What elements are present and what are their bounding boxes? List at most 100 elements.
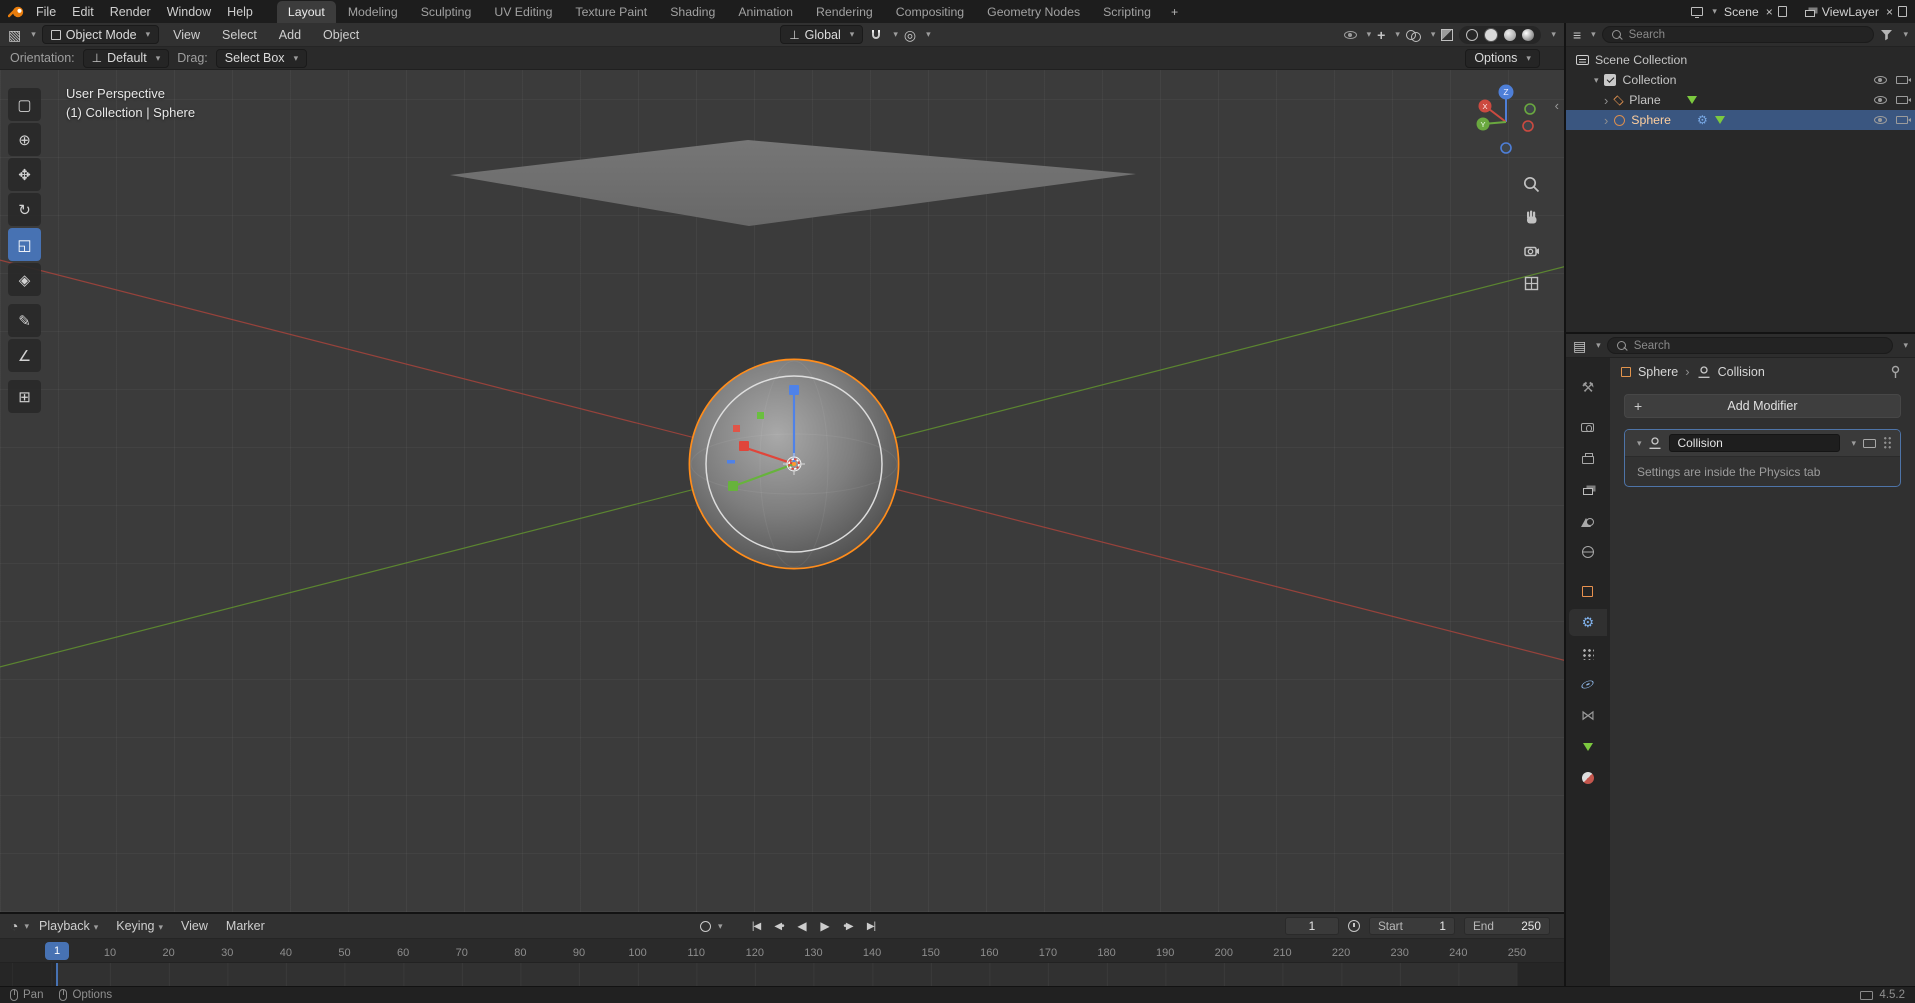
tab-tool[interactable]: ⚒ bbox=[1569, 374, 1607, 401]
filter-icon[interactable] bbox=[1880, 29, 1893, 41]
properties-options-caret[interactable] bbox=[1899, 341, 1908, 350]
outliner-editor-caret[interactable] bbox=[1587, 30, 1596, 39]
overlays-caret[interactable] bbox=[1427, 30, 1436, 39]
viewlayer-unlink-icon[interactable]: × bbox=[1886, 6, 1893, 18]
tab-scene[interactable] bbox=[1569, 507, 1607, 534]
tab-uv-editing[interactable]: UV Editing bbox=[483, 1, 563, 23]
orientation-default-dropdown[interactable]: ⊥ Default bbox=[82, 48, 170, 68]
outliner-row-scene-collection[interactable]: Scene Collection bbox=[1566, 50, 1915, 70]
blender-logo-icon[interactable] bbox=[6, 4, 26, 20]
region-collapse-arrow[interactable]: ‹ bbox=[1555, 98, 1559, 113]
menu-help[interactable]: Help bbox=[219, 3, 261, 21]
timeline-track-area[interactable] bbox=[0, 963, 1564, 986]
outliner-search-input[interactable]: Search bbox=[1601, 26, 1875, 43]
menu-window[interactable]: Window bbox=[159, 3, 219, 21]
modifier-drag-handle[interactable] bbox=[1883, 436, 1892, 450]
auto-key-record-icon[interactable] bbox=[700, 920, 711, 932]
scene-browse-caret[interactable] bbox=[1708, 7, 1717, 16]
shading-material-icon[interactable] bbox=[1504, 28, 1517, 41]
tab-particles[interactable] bbox=[1569, 640, 1607, 667]
prev-keyframe-button[interactable]: ◀• bbox=[769, 917, 789, 935]
tab-texture-paint[interactable]: Texture Paint bbox=[564, 1, 658, 23]
tab-layout[interactable]: Layout bbox=[276, 1, 336, 23]
sphere-render-camera-icon[interactable] bbox=[1896, 116, 1911, 124]
measure-tool[interactable]: ∠ bbox=[8, 339, 41, 372]
sphere-mesh-data-icon[interactable] bbox=[1714, 116, 1725, 124]
shading-solid-active[interactable] bbox=[1484, 27, 1499, 42]
menu-tl-view[interactable]: View bbox=[173, 917, 216, 935]
end-frame-field[interactable]: End 250 bbox=[1463, 917, 1550, 935]
zoom-icon[interactable] bbox=[1520, 172, 1544, 196]
tab-world[interactable] bbox=[1569, 538, 1607, 565]
options-dropdown[interactable]: Options bbox=[1465, 48, 1540, 68]
breadcrumb-item[interactable]: Collision bbox=[1718, 365, 1765, 379]
tab-view-layer[interactable] bbox=[1569, 476, 1607, 503]
outliner-row-collection[interactable]: Collection bbox=[1566, 70, 1915, 90]
menu-view[interactable]: View bbox=[165, 26, 208, 44]
drag-dropdown[interactable]: Select Box bbox=[215, 48, 308, 68]
move-tool[interactable]: ✥ bbox=[8, 158, 41, 191]
select-box-tool[interactable]: ▢ bbox=[8, 88, 41, 121]
tab-compositing[interactable]: Compositing bbox=[885, 1, 975, 23]
overlays-icon[interactable] bbox=[1405, 29, 1421, 42]
properties-editor-caret[interactable] bbox=[1592, 341, 1601, 350]
properties-search-input[interactable]: Search bbox=[1606, 337, 1894, 354]
rotate-tool[interactable]: ↻ bbox=[8, 193, 41, 226]
tab-constraints[interactable]: ⋈ bbox=[1569, 702, 1607, 729]
play-reverse-button[interactable]: ◀ bbox=[792, 917, 812, 935]
tab-rendering[interactable]: Rendering bbox=[805, 1, 884, 23]
properties-editor-icon[interactable]: ▤ bbox=[1573, 339, 1586, 353]
add-modifier-button[interactable]: + Add Modifier bbox=[1623, 394, 1901, 418]
playhead-line[interactable] bbox=[56, 963, 58, 986]
proportional-caret[interactable] bbox=[922, 30, 931, 39]
gizmos-icon[interactable]: + bbox=[1377, 28, 1385, 42]
sphere-hide-eye-icon[interactable] bbox=[1874, 116, 1887, 124]
jump-to-end-button[interactable]: ▶| bbox=[861, 917, 881, 935]
sphere-modifier-icon[interactable] bbox=[1697, 114, 1708, 126]
collection-expand-caret[interactable] bbox=[1590, 76, 1599, 85]
pin-icon[interactable] bbox=[1889, 365, 1902, 379]
collection-checkbox[interactable] bbox=[1604, 74, 1617, 86]
sphere-expand-chevron[interactable] bbox=[1604, 113, 1608, 128]
menu-object[interactable]: Object bbox=[315, 26, 367, 44]
tab-object-data[interactable] bbox=[1569, 733, 1607, 760]
menu-add[interactable]: Add bbox=[271, 26, 309, 44]
outliner-editor-icon[interactable]: ≡ bbox=[1573, 28, 1581, 42]
plane-mesh[interactable] bbox=[450, 140, 1136, 226]
tab-animation[interactable]: Animation bbox=[727, 1, 804, 23]
outliner-options-caret[interactable] bbox=[1899, 30, 1908, 39]
mode-dropdown[interactable]: Object Mode bbox=[41, 25, 160, 44]
tab-shading[interactable]: Shading bbox=[659, 1, 726, 23]
cursor-tool[interactable]: ⊕ bbox=[8, 123, 41, 156]
collection-hide-eye-icon[interactable] bbox=[1874, 76, 1887, 84]
current-frame-field[interactable]: 1 bbox=[1284, 917, 1339, 935]
add-cube-tool[interactable]: ⊞ bbox=[8, 380, 41, 413]
next-keyframe-button[interactable]: •▶ bbox=[838, 917, 858, 935]
tab-object[interactable] bbox=[1569, 578, 1607, 605]
camera-view-icon[interactable] bbox=[1520, 238, 1544, 262]
visibility-eye-icon[interactable] bbox=[1343, 30, 1357, 39]
tab-render[interactable] bbox=[1569, 414, 1607, 441]
outliner-row-sphere[interactable]: Sphere bbox=[1565, 110, 1915, 130]
add-workspace-button[interactable]: + bbox=[1163, 1, 1186, 23]
xray-toggle-icon[interactable] bbox=[1441, 28, 1454, 41]
menu-marker[interactable]: Marker bbox=[218, 917, 273, 935]
new-viewlayer-icon[interactable] bbox=[1898, 6, 1907, 17]
auto-key-caret[interactable] bbox=[714, 922, 723, 931]
timeline-editor-icon[interactable]: ◔ bbox=[10, 919, 18, 933]
scale-tool[interactable]: ◱ bbox=[8, 228, 41, 261]
plane-mesh-data-icon[interactable] bbox=[1686, 96, 1697, 104]
menu-select[interactable]: Select bbox=[214, 26, 265, 44]
new-scene-icon[interactable] bbox=[1777, 6, 1787, 17]
shading-wireframe-icon[interactable] bbox=[1466, 28, 1479, 41]
outliner-row-plane[interactable]: Plane bbox=[1566, 90, 1915, 110]
plane-render-camera-icon[interactable] bbox=[1896, 96, 1911, 104]
scene-name[interactable]: Scene bbox=[1722, 5, 1761, 19]
tab-modifiers[interactable]: ⚙ bbox=[1568, 609, 1607, 636]
navigation-gizmo[interactable]: Z X Y bbox=[1464, 80, 1548, 167]
plane-expand-chevron[interactable] bbox=[1604, 93, 1608, 108]
snap-magnet-icon[interactable] bbox=[869, 28, 883, 42]
scene-browse-icon[interactable] bbox=[1691, 7, 1704, 19]
ortho-toggle-icon[interactable] bbox=[1520, 271, 1544, 295]
tab-output[interactable] bbox=[1569, 445, 1607, 472]
